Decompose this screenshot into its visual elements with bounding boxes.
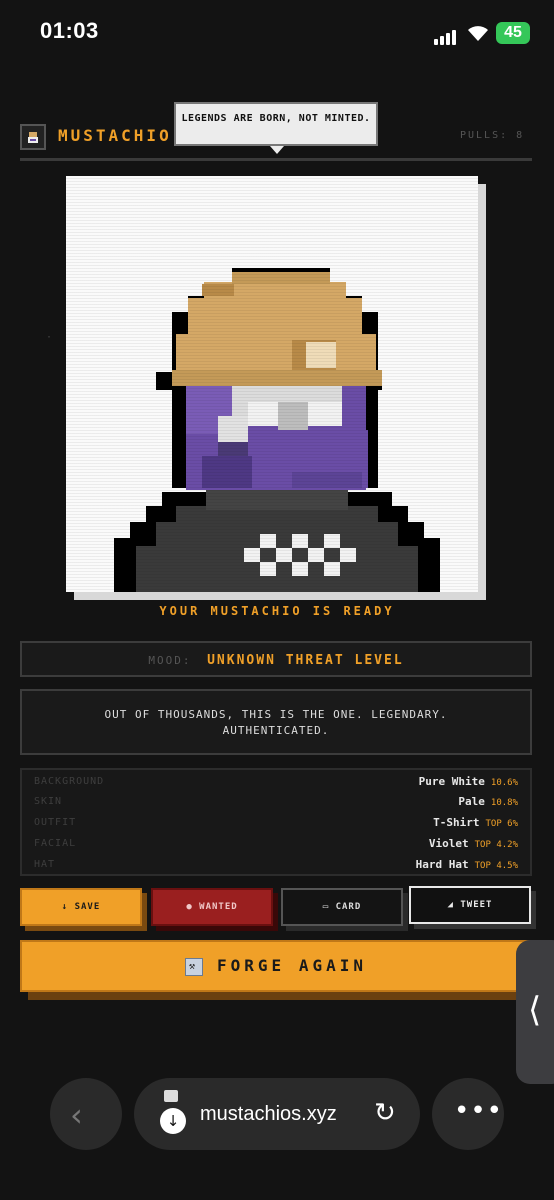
back-arrow-icon: ‹ — [70, 1096, 83, 1134]
header-divider — [20, 158, 532, 161]
card-button[interactable]: ▭ CARD — [281, 888, 403, 926]
extension-icon[interactable] — [164, 1090, 178, 1102]
trait-row-background: BACKGROUND Pure White 10.6% — [34, 772, 518, 792]
trait-name: HAT — [34, 859, 56, 870]
hammer-icon: ⚒ — [185, 957, 204, 976]
wifi-icon — [466, 24, 490, 46]
download-icon[interactable]: ↓ — [160, 1108, 186, 1134]
trait-rarity: 10.6% — [490, 778, 518, 788]
mood-label: MOOD: — [148, 654, 192, 667]
back-button[interactable] — [50, 1078, 122, 1150]
traits-table: BACKGROUND Pure White 10.6% SKIN Pale 10.8… — [20, 768, 532, 876]
trait-rarity: TOP 6% — [485, 819, 518, 829]
url-text[interactable]: mustachios.xyz — [200, 1103, 337, 1126]
trait-row-facial: FACIAL Violet TOP 4.2% — [34, 834, 518, 854]
mood-value: UNKNOWN THREAT LEVEL — [207, 653, 404, 668]
trait-name: BACKGROUND — [34, 776, 105, 787]
trait-value: Pure White — [418, 775, 485, 788]
scanline-overlay — [66, 176, 478, 592]
tweet-button[interactable]: ◢ TWEET — [409, 886, 531, 924]
wanted-button[interactable]: ● WANTED — [151, 888, 273, 926]
battery-indicator: 45 — [496, 22, 530, 44]
trait-row-skin: SKIN Pale 10.8% — [34, 792, 518, 812]
chevron-left-icon[interactable]: ⟨ — [528, 990, 541, 1030]
trait-rarity: TOP 4.5% — [474, 861, 518, 871]
trait-value: Hard Hat — [415, 858, 469, 871]
pulls-counter: PULLS: 8 — [460, 130, 525, 141]
save-button[interactable]: ↓ SAVE — [20, 888, 142, 926]
reload-icon[interactable]: ↻ — [374, 1098, 396, 1128]
logo-icon — [20, 124, 46, 150]
ready-caption: YOUR MUSTACHIO IS READY — [159, 604, 395, 618]
more-icon: ••• — [454, 1096, 504, 1126]
trait-name: SKIN — [34, 796, 63, 807]
trait-value: T-Shirt — [433, 816, 480, 829]
brand-title: MUSTACHIO — [58, 126, 172, 145]
trait-name: FACIAL — [34, 838, 77, 849]
tooltip: LEGENDS ARE BORN, NOT MINTED. — [174, 102, 378, 146]
mood-panel: MOOD: UNKNOWN THREAT LEVEL — [20, 641, 532, 677]
trait-name: OUTFIT — [34, 817, 77, 828]
decorative-dot: · — [46, 332, 53, 343]
trait-rarity: 10.8% — [490, 798, 518, 808]
forge-label: FORGE AGAIN — [217, 956, 367, 975]
trait-value: Violet — [428, 837, 469, 850]
status-time: 01:03 — [40, 18, 99, 43]
tooltip-arrow — [270, 146, 284, 154]
trait-row-outfit: OUTFIT T-Shirt TOP 6% — [34, 813, 518, 833]
description-panel: OUT OF THOUSANDS, THIS IS THE ONE. LEGEN… — [20, 689, 532, 755]
cellular-signal-icon — [434, 26, 458, 45]
trait-value: Pale — [458, 795, 485, 808]
trait-row-hat: HAT Hard Hat TOP 4.5% — [34, 855, 518, 875]
trait-rarity: TOP 4.2% — [474, 840, 518, 850]
forge-again-button[interactable]: ⚒ FORGE AGAIN — [20, 940, 532, 992]
